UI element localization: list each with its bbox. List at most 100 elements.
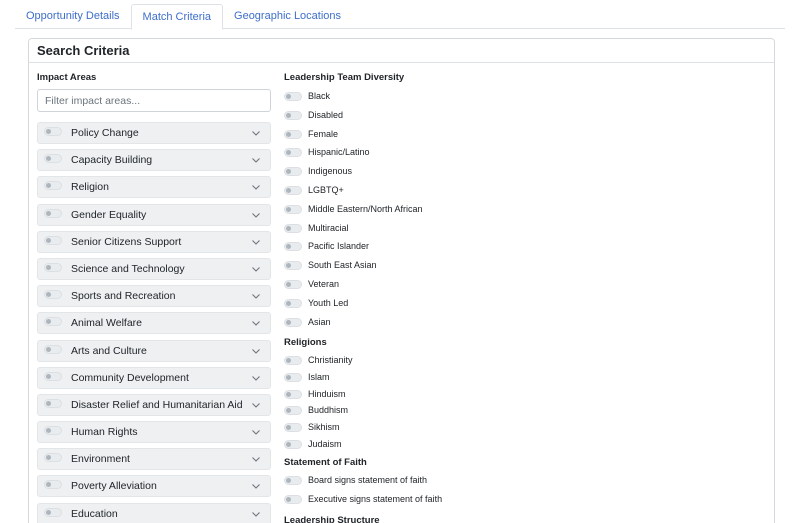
faith-option-executive-signs-statement-of-faith[interactable]: Executive signs statement of faith [284,492,764,511]
toggle-switch[interactable] [44,371,62,381]
chevron-down-icon[interactable] [251,210,261,220]
toggle-switch[interactable] [44,507,62,517]
tab-geographic-locations[interactable]: Geographic Locations [223,4,352,29]
toggle-switch[interactable] [44,290,62,300]
diversity-option-hispanic-latino[interactable]: Hispanic/Latino [284,145,764,164]
toggle-switch[interactable] [284,406,302,416]
toggle-switch[interactable] [284,373,302,383]
faith-option-board-signs-statement-of-faith[interactable]: Board signs statement of faith [284,473,764,492]
impact-item-disaster-relief-and-humanitarian-aid[interactable]: Disaster Relief and Humanitarian Aid [37,393,271,416]
impact-item-community-development[interactable]: Community Development [37,366,271,389]
chevron-down-icon[interactable] [251,481,261,491]
toggle-switch[interactable] [44,154,62,164]
diversity-option-veteran[interactable]: Veteran [284,277,764,296]
toggle-switch[interactable] [284,148,302,158]
toggle-switch[interactable] [44,235,62,245]
religions-option-christianity[interactable]: Christianity [284,353,764,370]
religions-option-islam[interactable]: Islam [284,370,764,387]
impact-item-label: Gender Equality [71,208,147,221]
toggle-switch[interactable] [284,476,302,486]
diversity-option-youth-led[interactable]: Youth Led [284,296,764,315]
option-label: Hispanic/Latino [308,147,370,158]
diversity-option-lgbtq[interactable]: LGBTQ+ [284,183,764,202]
toggle-switch[interactable] [284,439,302,449]
toggle-switch[interactable] [284,92,302,101]
diversity-option-south-east-asian[interactable]: South East Asian [284,258,764,277]
toggle-switch[interactable] [44,181,62,191]
religions-option-hinduism[interactable]: Hinduism [284,387,764,404]
chevron-down-icon[interactable] [251,182,261,192]
toggle-switch[interactable] [44,398,62,408]
impact-item-science-and-technology[interactable]: Science and Technology [37,257,271,280]
religions-option-buddhism[interactable]: Buddhism [284,403,764,420]
toggle-switch[interactable] [44,262,62,272]
option-label: Executive signs statement of faith [308,494,443,505]
toggle-switch[interactable] [44,208,62,218]
diversity-option-asian[interactable]: Asian [284,315,764,334]
diversity-option-disabled[interactable]: Disabled [284,108,764,127]
leadership-structure-label: Leadership Structure [284,515,380,523]
impact-item-policy-change[interactable]: Policy Change [37,122,271,144]
impact-item-poverty-alleviation[interactable]: Poverty Alleviation [37,475,271,498]
toggle-switch[interactable] [44,127,62,136]
impact-item-human-rights[interactable]: Human Rights [37,421,271,444]
religions-option-sikhism[interactable]: Sikhism [284,420,764,437]
toggle-switch[interactable] [44,480,62,490]
chevron-down-icon[interactable] [251,346,261,356]
diversity-option-black[interactable]: Black [284,89,764,108]
toggle-switch[interactable] [44,317,62,327]
toggle-switch[interactable] [44,344,62,354]
tab-match-criteria[interactable]: Match Criteria [130,4,224,30]
toggle-switch[interactable] [284,110,302,120]
toggle-switch[interactable] [284,167,302,177]
toggle-switch[interactable] [284,242,302,252]
chevron-down-icon[interactable] [251,373,261,383]
toggle-switch[interactable] [284,223,302,233]
option-label: Multiracial [308,222,349,233]
diversity-option-middle-eastern-north-african[interactable]: Middle Eastern/North African [284,202,764,221]
toggle-switch[interactable] [284,495,302,505]
toggle-switch[interactable] [284,423,302,433]
impact-item-capacity-building[interactable]: Capacity Building [37,149,271,172]
chevron-down-icon[interactable] [251,454,261,464]
chevron-down-icon[interactable] [251,509,261,519]
diversity-option-multiracial[interactable]: Multiracial [284,221,764,240]
diversity-option-female[interactable]: Female [284,127,764,146]
toggle-switch[interactable] [284,185,302,195]
impact-item-label: Community Development [71,371,189,384]
impact-item-education[interactable]: Education [37,502,271,523]
toggle-switch[interactable] [284,129,302,139]
chevron-down-icon[interactable] [251,155,261,165]
chevron-down-icon[interactable] [251,291,261,301]
option-label: Youth Led [308,297,349,308]
toggle-switch[interactable] [44,453,62,463]
diversity-option-indigenous[interactable]: Indigenous [284,164,764,183]
impact-filter-input[interactable] [37,89,271,112]
toggle-switch[interactable] [44,426,62,436]
toggle-switch[interactable] [284,298,302,308]
impact-item-environment[interactable]: Environment [37,448,271,471]
toggle-switch[interactable] [284,204,302,214]
toggle-switch[interactable] [284,356,302,366]
impact-item-animal-welfare[interactable]: Animal Welfare [37,312,271,335]
impact-item-religion[interactable]: Religion [37,176,271,199]
impact-item-gender-equality[interactable]: Gender Equality [37,203,271,226]
chevron-down-icon[interactable] [251,400,261,410]
impact-item-label: Religion [71,181,109,194]
impact-item-arts-and-culture[interactable]: Arts and Culture [37,339,271,362]
diversity-option-pacific-islander[interactable]: Pacific Islander [284,239,764,258]
impact-item-label: Policy Change [71,127,139,139]
chevron-down-icon[interactable] [251,128,261,138]
impact-item-sports-and-recreation[interactable]: Sports and Recreation [37,285,271,308]
toggle-switch[interactable] [284,279,302,289]
toggle-switch[interactable] [284,389,302,399]
chevron-down-icon[interactable] [251,237,261,247]
tab-opportunity-details[interactable]: Opportunity Details [15,4,131,29]
toggle-switch[interactable] [284,317,302,327]
toggle-switch[interactable] [284,261,302,271]
impact-item-senior-citizens-support[interactable]: Senior Citizens Support [37,230,271,253]
chevron-down-icon[interactable] [251,264,261,274]
religions-option-judaism[interactable]: Judaism [284,437,764,454]
chevron-down-icon[interactable] [251,318,261,328]
chevron-down-icon[interactable] [251,427,261,437]
